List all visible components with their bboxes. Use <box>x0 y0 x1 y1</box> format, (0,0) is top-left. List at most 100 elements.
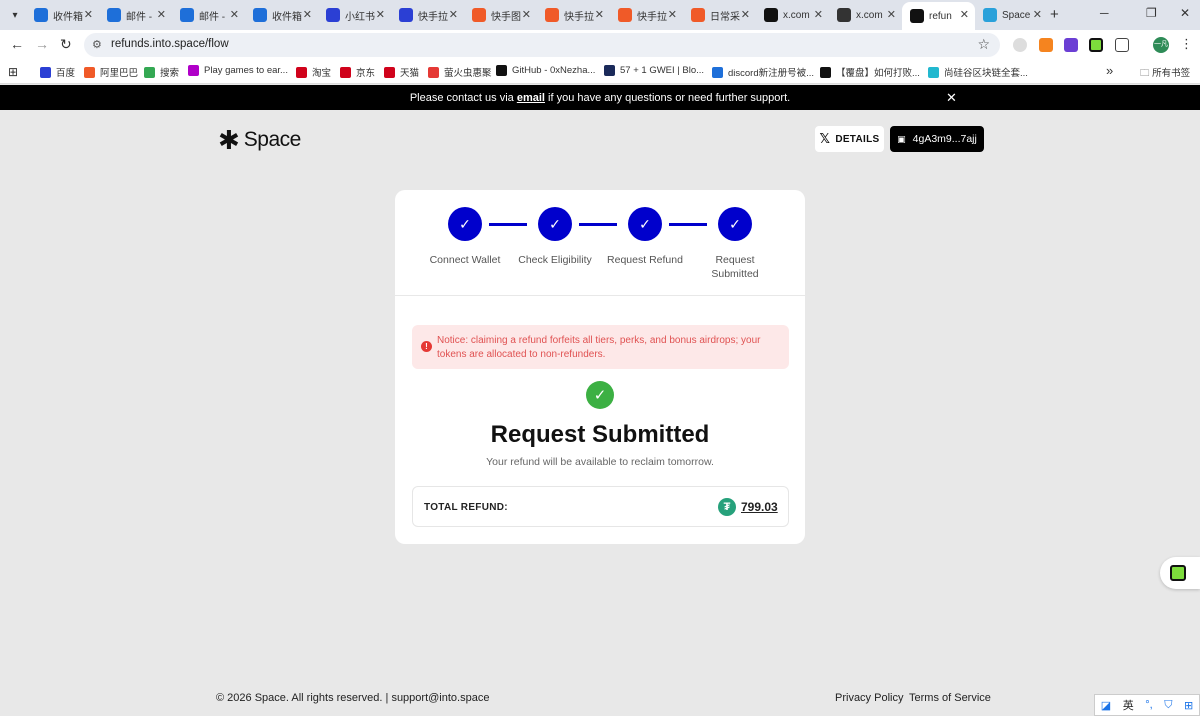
bookmark-favicon-icon <box>820 66 831 78</box>
browser-tab[interactable]: Space ✕ <box>975 2 1048 28</box>
bookmark-favicon-icon <box>428 66 439 78</box>
restore-icon[interactable]: ❐ <box>1146 6 1157 20</box>
ime-menu-icon[interactable]: ⊞ <box>1184 699 1193 712</box>
site-info-icon[interactable]: ⚙ <box>92 38 102 51</box>
total-refund-value[interactable]: 799.03 <box>741 500 778 514</box>
browser-tab[interactable]: 收件箱 ✕ <box>245 2 318 28</box>
privacy-policy-link[interactable]: Privacy Policy <box>835 692 903 704</box>
tab-close-icon[interactable]: ✕ <box>230 8 239 21</box>
tab-favicon-icon <box>545 8 559 22</box>
tab-close-icon[interactable]: ✕ <box>741 8 750 21</box>
new-tab-button[interactable]: + <box>1050 6 1059 23</box>
minimize-icon[interactable]: ─ <box>1100 6 1109 20</box>
browser-tab[interactable]: 快手图 ✕ <box>464 2 537 28</box>
bookmark-label: 搜索 <box>160 68 180 79</box>
browser-menu-icon[interactable]: ⋮ <box>1180 36 1193 52</box>
tab-favicon-icon <box>472 8 486 22</box>
browser-tab[interactable]: x.com ✕ <box>756 2 829 28</box>
profile-avatar[interactable]: 一凡 <box>1153 37 1169 53</box>
floating-extension-button[interactable] <box>1160 557 1200 589</box>
asterisk-logo-icon: ✱ <box>218 125 240 155</box>
tab-title: x.com <box>856 9 883 21</box>
forward-icon[interactable]: → <box>35 36 49 52</box>
browser-tab[interactable]: 收件箱 ✕ <box>26 2 99 28</box>
tab-close-icon[interactable]: ✕ <box>449 8 458 21</box>
bookmark-item[interactable]: 阿里巴巴 <box>84 65 138 79</box>
bookmark-item[interactable]: 萤火虫惠聚 <box>428 65 492 79</box>
tab-close-icon[interactable]: ✕ <box>376 8 385 21</box>
bookmark-item[interactable]: GitHub - 0xNezha... <box>496 65 595 76</box>
extensions-puzzle-icon[interactable] <box>1115 38 1129 52</box>
details-button[interactable]: 𝕏 DETAILS <box>815 126 884 152</box>
step-connector <box>669 223 707 226</box>
address-bar[interactable]: ⚙ refunds.into.space/flow ☆ <box>84 33 1000 57</box>
browser-tab[interactable]: 小红书 ✕ <box>318 2 391 28</box>
step-2-check-icon: ✓ <box>538 207 572 241</box>
close-window-icon[interactable]: ✕ <box>1180 6 1190 20</box>
ime-punctuation-icon[interactable]: °, <box>1145 699 1152 711</box>
bookmark-favicon-icon <box>188 65 199 76</box>
ime-logo-icon[interactable]: ◪ <box>1101 699 1111 712</box>
tab-close-icon[interactable]: ✕ <box>595 8 604 21</box>
email-link[interactable]: email <box>517 92 545 104</box>
tab-close-icon[interactable]: ✕ <box>1033 8 1042 21</box>
tab-close-icon[interactable]: ✕ <box>157 8 166 21</box>
bookmark-item[interactable]: 天猫 <box>384 65 419 79</box>
extension-purple-icon[interactable] <box>1064 38 1078 52</box>
ime-language[interactable]: 英 <box>1123 697 1134 713</box>
tab-close-icon[interactable]: ✕ <box>522 8 531 21</box>
browser-tab[interactable]: 快手拉 ✕ <box>610 2 683 28</box>
browser-tab[interactable]: 邮件 - ✕ <box>172 2 245 28</box>
more-bookmarks-icon[interactable]: » <box>1106 63 1113 78</box>
close-notice-icon[interactable]: ✕ <box>946 90 957 106</box>
bookmark-item[interactable]: Play games to ear... <box>188 65 288 76</box>
bookmark-label: 百度 <box>56 68 76 79</box>
metamask-icon[interactable] <box>1039 38 1053 52</box>
bookmark-star-icon[interactable]: ☆ <box>977 36 990 53</box>
bookmark-favicon-icon <box>712 66 723 78</box>
success-check-icon: ✓ <box>586 381 614 409</box>
browser-tab[interactable]: refun ✕ <box>902 2 975 30</box>
tab-search-chevron-icon[interactable]: ▾ <box>4 4 26 26</box>
bookmark-item[interactable]: 尚硅谷区块链全套... <box>928 65 1028 79</box>
url-text[interactable]: refunds.into.space/flow <box>111 38 229 50</box>
tab-favicon-icon <box>764 8 778 22</box>
browser-tab[interactable]: x.com ✕ <box>829 2 902 28</box>
bookmark-item[interactable]: discord新注册号被... <box>712 65 814 79</box>
bookmark-item[interactable]: 【覆盘】如何打败... <box>820 65 920 79</box>
tab-close-icon[interactable]: ✕ <box>668 8 677 21</box>
tab-close-icon[interactable]: ✕ <box>887 8 896 21</box>
footer-copyright: © 2026 Space. All rights reserved. | sup… <box>216 692 490 704</box>
browser-tab[interactable]: 日常采 ✕ <box>683 2 756 28</box>
bookmark-item[interactable]: 搜索 <box>144 65 179 79</box>
browser-tab[interactable]: 邮件 - ✕ <box>99 2 172 28</box>
x-logo-icon: 𝕏 <box>819 131 831 146</box>
tab-close-icon[interactable]: ✕ <box>960 8 969 21</box>
ime-skin-icon[interactable]: ⛉ <box>1164 699 1172 712</box>
all-bookmarks-folder[interactable]: 🗀 所有书签 <box>1140 65 1190 82</box>
bookmark-item[interactable]: 京东 <box>340 65 375 79</box>
space-logo[interactable]: ✱ Space <box>218 125 301 155</box>
browser-tab[interactable]: 快手拉 ✕ <box>391 2 464 28</box>
bookmark-item[interactable]: 百度 <box>40 65 75 79</box>
extension-green-icon[interactable] <box>1089 38 1103 52</box>
step-3-check-icon: ✓ <box>628 207 662 241</box>
bookmark-item[interactable]: 57 + 1 GWEI | Blo... <box>604 65 704 76</box>
tab-close-icon[interactable]: ✕ <box>84 8 93 21</box>
reload-icon[interactable]: ↻ <box>60 36 72 53</box>
step-connector <box>489 223 527 226</box>
bookmark-favicon-icon <box>340 66 351 78</box>
bookmark-label: 57 + 1 GWEI | Blo... <box>620 65 705 76</box>
terms-of-service-link[interactable]: Terms of Service <box>909 692 991 704</box>
wallet-button[interactable]: ▣ 4gA3m9...7ajj <box>890 126 984 152</box>
bookmark-item[interactable]: 淘宝 <box>296 65 331 79</box>
tab-close-icon[interactable]: ✕ <box>303 8 312 21</box>
tab-favicon-icon <box>983 8 997 22</box>
progress-steps: ✓ ✓ ✓ ✓ Connect Wallet Check Eligibility… <box>395 190 805 296</box>
apps-grid-icon[interactable]: ⊞ <box>8 65 18 79</box>
back-icon[interactable]: ← <box>10 36 24 52</box>
tab-title: Space <box>1002 9 1031 21</box>
tab-close-icon[interactable]: ✕ <box>814 8 823 21</box>
extension-globe-icon[interactable] <box>1013 38 1027 52</box>
browser-tab[interactable]: 快手拉 ✕ <box>537 2 610 28</box>
